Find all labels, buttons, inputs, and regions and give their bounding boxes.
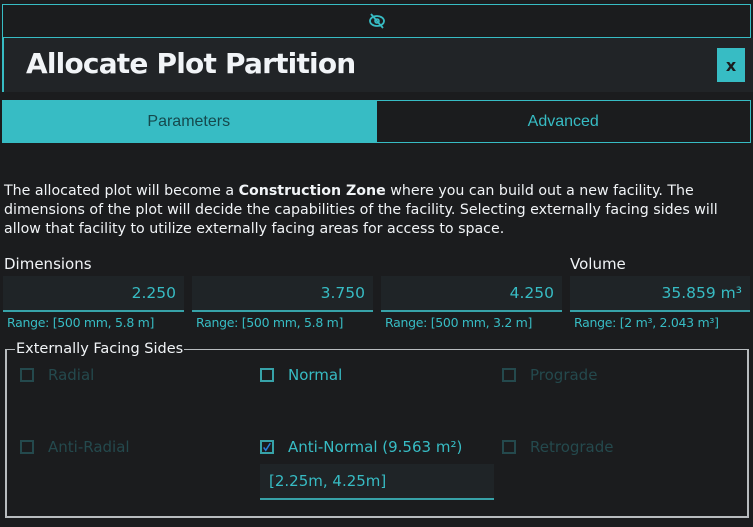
dimension-z-range: Range: [500 mm, 3.2 m] [385,315,533,330]
eye-off-icon [368,13,385,29]
dimensions-label: Dimensions [4,255,92,273]
dialog-header: Allocate Plot Partition x [2,38,753,92]
dimension-y-input[interactable]: 3.750 [192,276,373,312]
volume-label: Volume [570,255,626,273]
checkbox-box [502,440,516,454]
checkmark-icon [263,442,271,452]
checkbox-box [20,440,34,454]
tab-bar: Parameters Advanced [2,100,751,143]
volume-input[interactable]: 35.859 m³ [570,276,750,312]
checkbox-label: Anti-Radial [48,438,130,456]
dimension-x-input[interactable]: 2.250 [3,276,184,312]
dimension-z-input[interactable]: 4.250 [381,276,562,312]
checkbox-retrograde[interactable]: Retrograde [502,438,614,456]
checkbox-box [260,440,274,454]
close-button[interactable]: x [717,48,745,82]
externally-facing-sides-legend: Externally Facing Sides [16,341,184,357]
checkbox-label: Normal [288,366,343,384]
checkbox-anti-radial[interactable]: Anti-Radial [20,438,130,456]
volume-range: Range: [2 m³, 2.043 m³] [574,315,719,330]
anti-normal-extent-input[interactable]: [2.25m, 4.25m] [260,464,494,500]
checkbox-label: Retrograde [530,438,614,456]
close-icon: x [725,55,737,75]
checkbox-anti-normal[interactable]: Anti-Normal (9.563 m²) [260,438,462,456]
description-part: The allocated plot will become a [4,183,239,199]
visibility-toggle-bar[interactable] [2,4,751,38]
dialog-title: Allocate Plot Partition [26,47,356,80]
checkbox-prograde[interactable]: Prograde [502,366,597,384]
checkbox-box [260,368,274,382]
dimension-x-range: Range: [500 mm, 5.8 m] [7,315,155,330]
checkbox-radial[interactable]: Radial [20,366,94,384]
tab-parameters[interactable]: Parameters [2,100,376,143]
checkbox-box [502,368,516,382]
checkbox-label: Anti-Normal (9.563 m²) [288,438,463,456]
checkbox-box [20,368,34,382]
construction-zone-emphasis: Construction Zone [238,183,386,199]
dimension-y-range: Range: [500 mm, 5.8 m] [196,315,344,330]
description-text: The allocated plot will become a Constru… [4,182,749,239]
checkbox-normal[interactable]: Normal [260,366,342,384]
tab-advanced[interactable]: Advanced [375,100,751,143]
checkbox-label: Radial [48,366,95,384]
checkbox-label: Prograde [530,366,598,384]
